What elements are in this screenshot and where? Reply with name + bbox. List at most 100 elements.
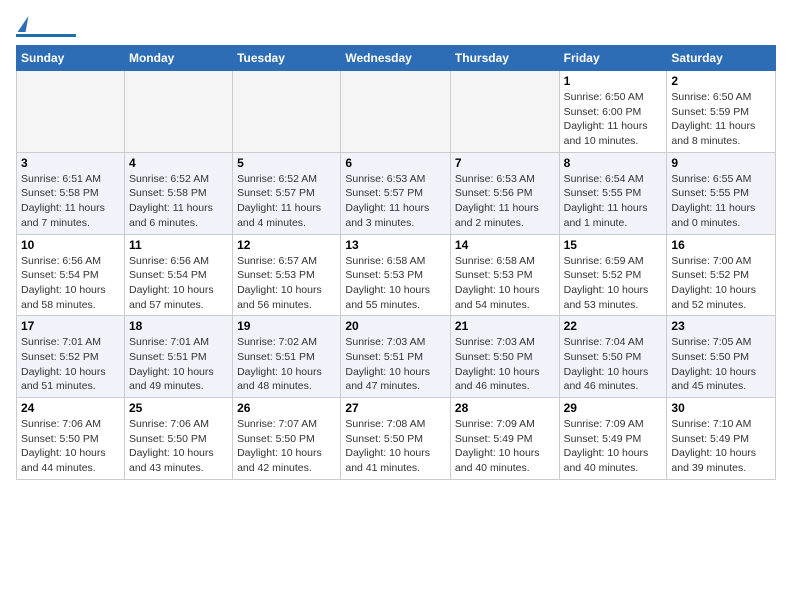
day-info: Sunrise: 6:57 AM Sunset: 5:53 PM Dayligh…	[237, 254, 336, 313]
day-number: 25	[129, 401, 228, 415]
calendar-day-cell: 13 Sunrise: 6:58 AM Sunset: 5:53 PM Dayli…	[341, 234, 451, 316]
day-info: Sunrise: 6:50 AM Sunset: 5:59 PM Dayligh…	[671, 90, 771, 149]
calendar-day-header: Wednesday	[341, 46, 451, 71]
day-number: 7	[455, 156, 555, 170]
calendar-day-cell: 6Sunrise: 6:53 AM Sunset: 5:57 PM Daylig…	[341, 152, 451, 234]
day-number: 3	[21, 156, 120, 170]
calendar-day-cell	[233, 71, 341, 153]
day-info: Sunrise: 7:06 AM Sunset: 5:50 PM Dayligh…	[129, 417, 228, 476]
calendar-day-cell: 25 Sunrise: 7:06 AM Sunset: 5:50 PM Dayli…	[124, 398, 232, 480]
calendar-day-cell: 12 Sunrise: 6:57 AM Sunset: 5:53 PM Dayli…	[233, 234, 341, 316]
calendar-day-cell: 17 Sunrise: 7:01 AM Sunset: 5:52 PM Dayli…	[17, 316, 125, 398]
day-info: Sunrise: 6:50 AM Sunset: 6:00 PM Dayligh…	[564, 90, 663, 149]
day-info: Sunrise: 6:56 AM Sunset: 5:54 PM Dayligh…	[21, 254, 120, 313]
calendar-day-cell	[124, 71, 232, 153]
day-number: 19	[237, 319, 336, 333]
calendar-day-cell: 16 Sunrise: 7:00 AM Sunset: 5:52 PM Dayli…	[667, 234, 776, 316]
day-info: Sunrise: 7:07 AM Sunset: 5:50 PM Dayligh…	[237, 417, 336, 476]
calendar-day-cell: 1 Sunrise: 6:50 AM Sunset: 6:00 PM Daylig…	[559, 71, 667, 153]
day-info: Sunrise: 6:53 AM Sunset: 5:56 PM Dayligh…	[455, 172, 555, 231]
day-info: Sunrise: 6:53 AM Sunset: 5:57 PM Dayligh…	[345, 172, 446, 231]
day-info: Sunrise: 7:04 AM Sunset: 5:50 PM Dayligh…	[564, 335, 663, 394]
day-number: 11	[129, 238, 228, 252]
day-info: Sunrise: 6:58 AM Sunset: 5:53 PM Dayligh…	[455, 254, 555, 313]
calendar-day-header: Sunday	[17, 46, 125, 71]
calendar-day-cell: 10Sunrise: 6:56 AM Sunset: 5:54 PM Dayli…	[17, 234, 125, 316]
calendar-day-cell: 14 Sunrise: 6:58 AM Sunset: 5:53 PM Dayli…	[450, 234, 559, 316]
day-number: 28	[455, 401, 555, 415]
logo-underline	[16, 34, 76, 37]
day-info: Sunrise: 7:01 AM Sunset: 5:51 PM Dayligh…	[129, 335, 228, 394]
day-number: 23	[671, 319, 771, 333]
calendar-day-cell: 28 Sunrise: 7:09 AM Sunset: 5:49 PM Dayli…	[450, 398, 559, 480]
calendar-day-cell	[450, 71, 559, 153]
calendar-header-row: SundayMondayTuesdayWednesdayThursdayFrid…	[17, 46, 776, 71]
calendar-day-header: Thursday	[450, 46, 559, 71]
day-number: 22	[564, 319, 663, 333]
calendar-week-row: 3 Sunrise: 6:51 AM Sunset: 5:58 PM Daylig…	[17, 152, 776, 234]
day-info: Sunrise: 6:55 AM Sunset: 5:55 PM Dayligh…	[671, 172, 771, 231]
day-info: Sunrise: 6:59 AM Sunset: 5:52 PM Dayligh…	[564, 254, 663, 313]
day-info: Sunrise: 7:06 AM Sunset: 5:50 PM Dayligh…	[21, 417, 120, 476]
calendar-day-cell: 7 Sunrise: 6:53 AM Sunset: 5:56 PM Daylig…	[450, 152, 559, 234]
day-info: Sunrise: 7:03 AM Sunset: 5:50 PM Dayligh…	[455, 335, 555, 394]
calendar-day-header: Saturday	[667, 46, 776, 71]
calendar-table: SundayMondayTuesdayWednesdayThursdayFrid…	[16, 45, 776, 480]
calendar-day-cell: 11 Sunrise: 6:56 AM Sunset: 5:54 PM Dayli…	[124, 234, 232, 316]
day-number: 14	[455, 238, 555, 252]
day-info: Sunrise: 7:09 AM Sunset: 5:49 PM Dayligh…	[564, 417, 663, 476]
day-number: 2	[671, 74, 771, 88]
calendar-day-header: Monday	[124, 46, 232, 71]
calendar-day-cell: 4 Sunrise: 6:52 AM Sunset: 5:58 PM Daylig…	[124, 152, 232, 234]
calendar-day-cell: 26Sunrise: 7:07 AM Sunset: 5:50 PM Dayli…	[233, 398, 341, 480]
day-number: 27	[345, 401, 446, 415]
day-number: 18	[129, 319, 228, 333]
day-number: 17	[21, 319, 120, 333]
page-header	[16, 16, 776, 37]
day-info: Sunrise: 6:56 AM Sunset: 5:54 PM Dayligh…	[129, 254, 228, 313]
calendar-day-cell: 30Sunrise: 7:10 AM Sunset: 5:49 PM Dayli…	[667, 398, 776, 480]
day-number: 30	[671, 401, 771, 415]
day-info: Sunrise: 6:52 AM Sunset: 5:57 PM Dayligh…	[237, 172, 336, 231]
day-info: Sunrise: 6:58 AM Sunset: 5:53 PM Dayligh…	[345, 254, 446, 313]
logo-triangle-icon	[18, 16, 29, 32]
day-info: Sunrise: 6:54 AM Sunset: 5:55 PM Dayligh…	[564, 172, 663, 231]
day-number: 5	[237, 156, 336, 170]
day-number: 1	[564, 74, 663, 88]
day-info: Sunrise: 7:00 AM Sunset: 5:52 PM Dayligh…	[671, 254, 771, 313]
day-number: 24	[21, 401, 120, 415]
day-info: Sunrise: 7:09 AM Sunset: 5:49 PM Dayligh…	[455, 417, 555, 476]
day-number: 4	[129, 156, 228, 170]
calendar-week-row: 1 Sunrise: 6:50 AM Sunset: 6:00 PM Daylig…	[17, 71, 776, 153]
day-number: 12	[237, 238, 336, 252]
day-number: 9	[671, 156, 771, 170]
calendar-day-header: Tuesday	[233, 46, 341, 71]
calendar-day-cell: 22 Sunrise: 7:04 AM Sunset: 5:50 PM Dayli…	[559, 316, 667, 398]
calendar-day-cell: 2 Sunrise: 6:50 AM Sunset: 5:59 PM Daylig…	[667, 71, 776, 153]
calendar-day-header: Friday	[559, 46, 667, 71]
day-info: Sunrise: 7:03 AM Sunset: 5:51 PM Dayligh…	[345, 335, 446, 394]
calendar-week-row: 17 Sunrise: 7:01 AM Sunset: 5:52 PM Dayli…	[17, 316, 776, 398]
day-info: Sunrise: 6:52 AM Sunset: 5:58 PM Dayligh…	[129, 172, 228, 231]
day-number: 29	[564, 401, 663, 415]
calendar-week-row: 24 Sunrise: 7:06 AM Sunset: 5:50 PM Dayli…	[17, 398, 776, 480]
calendar-day-cell: 8Sunrise: 6:54 AM Sunset: 5:55 PM Daylig…	[559, 152, 667, 234]
calendar-week-row: 10Sunrise: 6:56 AM Sunset: 5:54 PM Dayli…	[17, 234, 776, 316]
day-number: 20	[345, 319, 446, 333]
day-number: 15	[564, 238, 663, 252]
calendar-day-cell	[341, 71, 451, 153]
day-info: Sunrise: 7:02 AM Sunset: 5:51 PM Dayligh…	[237, 335, 336, 394]
calendar-day-cell: 21 Sunrise: 7:03 AM Sunset: 5:50 PM Dayli…	[450, 316, 559, 398]
day-number: 21	[455, 319, 555, 333]
day-info: Sunrise: 6:51 AM Sunset: 5:58 PM Dayligh…	[21, 172, 120, 231]
calendar-day-cell: 9 Sunrise: 6:55 AM Sunset: 5:55 PM Daylig…	[667, 152, 776, 234]
day-number: 16	[671, 238, 771, 252]
calendar-day-cell: 15 Sunrise: 6:59 AM Sunset: 5:52 PM Dayli…	[559, 234, 667, 316]
day-info: Sunrise: 7:08 AM Sunset: 5:50 PM Dayligh…	[345, 417, 446, 476]
calendar-day-cell	[17, 71, 125, 153]
day-number: 13	[345, 238, 446, 252]
calendar-day-cell: 29 Sunrise: 7:09 AM Sunset: 5:49 PM Dayli…	[559, 398, 667, 480]
day-info: Sunrise: 7:01 AM Sunset: 5:52 PM Dayligh…	[21, 335, 120, 394]
calendar-day-cell: 3 Sunrise: 6:51 AM Sunset: 5:58 PM Daylig…	[17, 152, 125, 234]
calendar-day-cell: 5 Sunrise: 6:52 AM Sunset: 5:57 PM Daylig…	[233, 152, 341, 234]
